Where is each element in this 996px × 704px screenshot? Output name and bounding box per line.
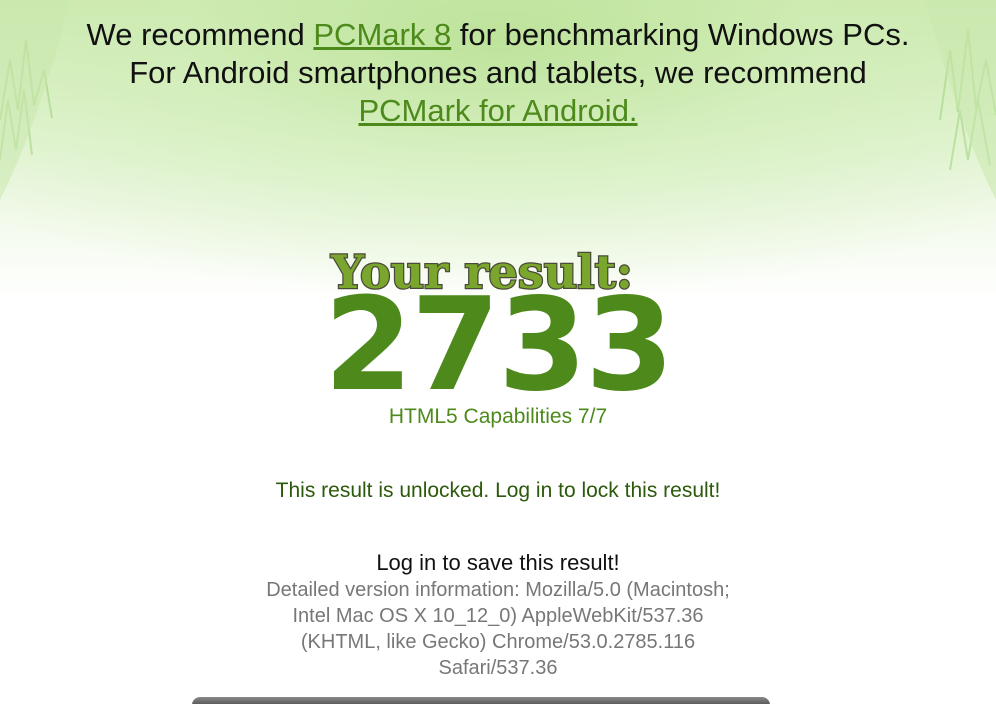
pcmark-android-link[interactable]: PCMark for Android. — [358, 93, 637, 128]
pcmark8-link[interactable]: PCMark 8 — [313, 17, 451, 52]
capabilities-text: HTML5 Capabilities 7/7 — [388, 405, 608, 428]
bottom-panel-edge — [192, 697, 770, 704]
recommend-prefix: We recommend — [86, 17, 314, 52]
recommend-line-1: We recommend PCMark 8 for benchmarking W… — [0, 16, 996, 54]
version-info: Detailed version information: Mozilla/5.… — [0, 577, 996, 681]
main-content: We recommend PCMark 8 for benchmarking W… — [0, 0, 996, 704]
recommend-suffix: for benchmarking Windows PCs. — [451, 17, 910, 52]
score-value: 2733 — [323, 271, 674, 420]
save-message: Log in to save this result! — [376, 550, 620, 575]
version-line: Safari/537.36 — [438, 657, 558, 679]
recommend-line-2: For Android smartphones and tablets, we … — [129, 55, 867, 90]
version-line: Detailed version information: Mozilla/5.… — [266, 579, 730, 601]
version-line: Intel Mac OS X 10_12_0) AppleWebKit/537.… — [292, 605, 704, 627]
recommend-line-3: PCMark for Android. — [0, 92, 996, 130]
unlocked-message: This result is unlocked. Log in to lock … — [275, 479, 721, 502]
version-line: (KHTML, like Gecko) Chrome/53.0.2785.116 — [300, 631, 696, 653]
